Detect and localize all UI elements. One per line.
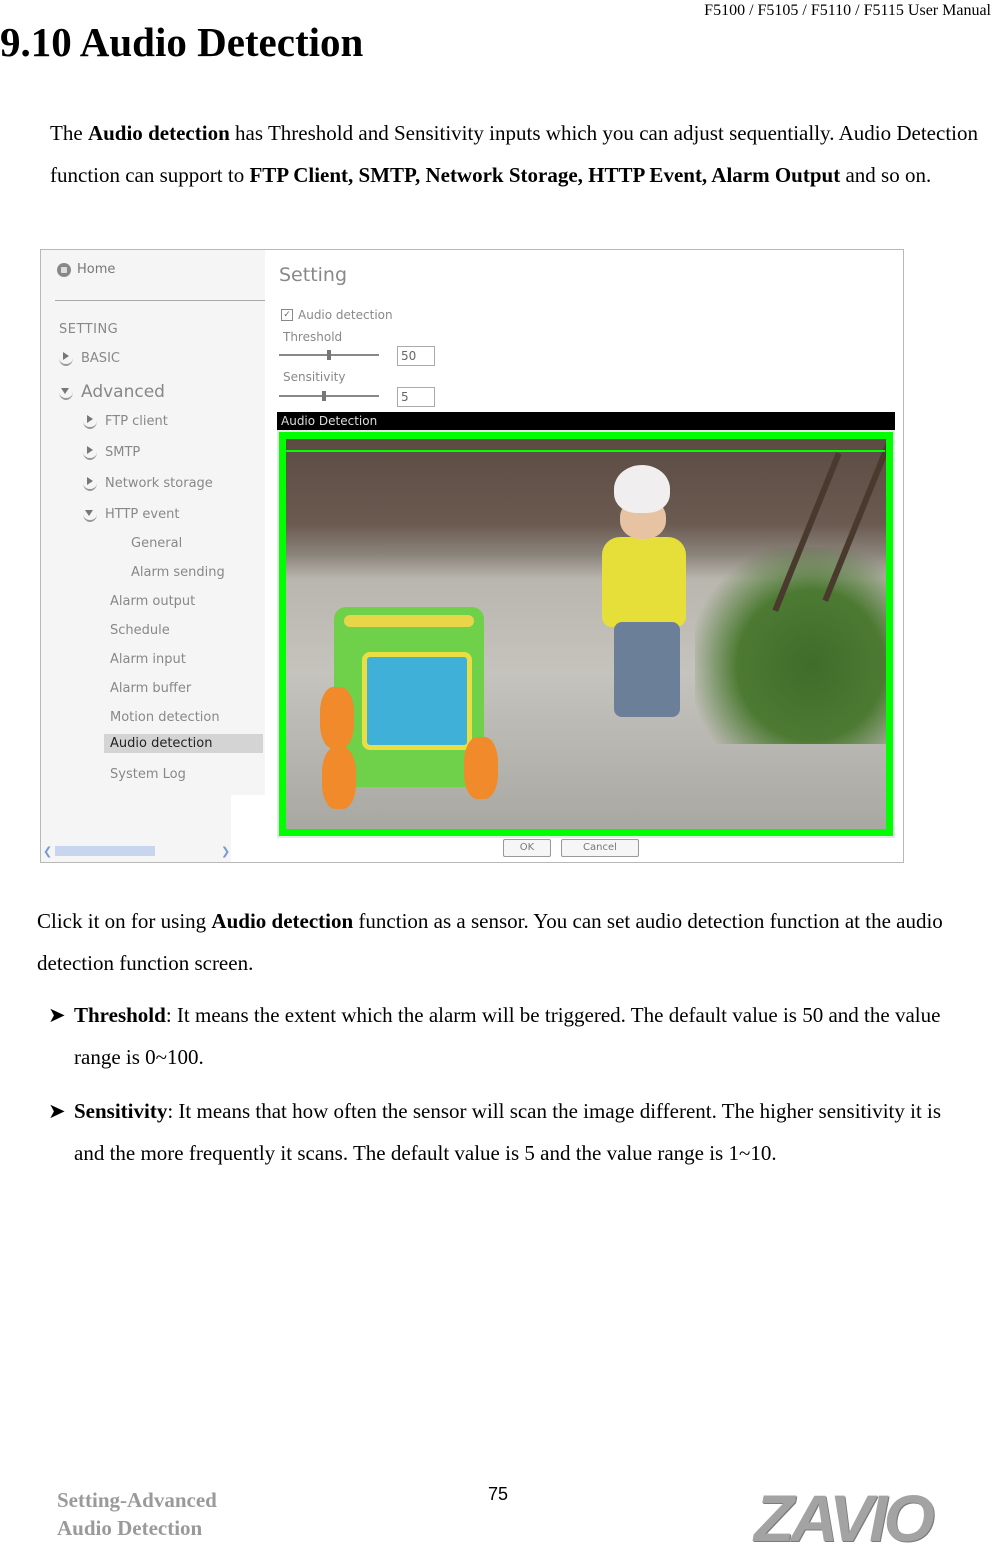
- collapse-arrow-icon: [59, 384, 73, 400]
- sensitivity-input[interactable]: 5: [397, 387, 435, 407]
- bullet-text: : It means the extent which the alarm wi…: [74, 1003, 941, 1069]
- usage-paragraph: Click it on for using Audio detection fu…: [37, 900, 957, 984]
- sidebar-item-label: Alarm buffer: [110, 681, 192, 696]
- expand-arrow-icon: [83, 444, 97, 460]
- footer-section-line: Setting-Advanced: [57, 1488, 217, 1512]
- arrow-bullet-icon: ➤: [48, 1003, 66, 1027]
- intro-text: and so on.: [840, 163, 932, 187]
- settings-panel: Setting ✓ Audio detection Threshold 50 S…: [265, 250, 903, 862]
- sidebar-item-motion-detection[interactable]: Motion detection: [110, 710, 220, 725]
- video-title-bar: Audio Detection: [277, 412, 895, 430]
- sidebar-item-label: System Log: [110, 767, 186, 782]
- sensitivity-label: Sensitivity: [283, 370, 346, 384]
- sidebar-divider: [55, 300, 265, 301]
- sidebar-item-label: Network storage: [105, 475, 213, 491]
- sidebar-item-alarm-buffer[interactable]: Alarm buffer: [110, 681, 191, 696]
- sidebar-item-label: Audio detection: [110, 736, 213, 751]
- sidebar-item-label: Alarm output: [110, 594, 196, 609]
- sensitivity-slider[interactable]: [279, 391, 379, 401]
- sidebar-item-label: Advanced: [81, 382, 165, 402]
- sidebar-horizontal-scrollbar[interactable]: ❮ ❯: [43, 844, 233, 858]
- settings-heading: Setting: [279, 264, 348, 286]
- sidebar-item-label: BASIC: [81, 350, 120, 366]
- sidebar-item-basic[interactable]: BASIC: [59, 350, 120, 366]
- settings-screenshot: Home SETTING BASIC Advanced FTP client S…: [40, 249, 904, 863]
- sidebar-item-label: FTP client: [105, 413, 168, 429]
- threshold-label: Threshold: [283, 330, 343, 344]
- audio-detection-checkbox[interactable]: ✓: [281, 309, 293, 321]
- home-icon: [57, 262, 71, 277]
- intro-text: The: [50, 121, 88, 145]
- detection-region-box: [279, 432, 893, 836]
- arrow-bullet-icon: ➤: [48, 1099, 66, 1123]
- bullet-sensitivity: ➤ Sensitivity: It means that how often t…: [48, 1090, 941, 1165]
- sidebar-item-smtp[interactable]: SMTP: [83, 444, 140, 460]
- expand-arrow-icon: [83, 475, 97, 491]
- sidebar-item-system-log[interactable]: System Log: [110, 767, 186, 782]
- zavio-logo: ZAVIO: [754, 1481, 935, 1555]
- bullet-term: Sensitivity: [74, 1099, 168, 1123]
- cancel-button[interactable]: Cancel: [561, 839, 639, 857]
- sidebar-item-label: General: [131, 536, 183, 551]
- sidebar-item-label: Schedule: [110, 623, 170, 638]
- bullet-threshold: ➤ Threshold: It means the extent which t…: [48, 994, 940, 1069]
- intro-paragraph: The Audio detection has Threshold and Se…: [50, 112, 978, 196]
- manual-header: F5100 / F5105 / F5110 / F5115 User Manua…: [704, 2, 991, 19]
- sidebar-section-title: SETTING: [59, 322, 119, 337]
- threshold-slider[interactable]: [279, 350, 379, 360]
- sidebar-item-network-storage[interactable]: Network storage: [83, 475, 213, 491]
- sidebar-item-advanced[interactable]: Advanced: [59, 382, 165, 402]
- sidebar: Home SETTING BASIC Advanced FTP client S…: [41, 250, 265, 862]
- ok-button[interactable]: OK: [503, 839, 551, 857]
- footer-section-line: Audio Detection: [57, 1516, 203, 1540]
- sidebar-item-label: HTTP event: [105, 506, 180, 522]
- bullet-term: Threshold: [74, 1003, 166, 1027]
- home-link[interactable]: Home: [57, 262, 115, 277]
- home-label: Home: [77, 262, 116, 277]
- intro-bold-features: FTP Client, SMTP, Network Storage, HTTP …: [249, 163, 841, 187]
- detection-region-line: [284, 450, 885, 452]
- usage-bold-term: Audio detection: [211, 909, 354, 933]
- checkbox-label: Audio detection: [298, 308, 393, 322]
- expand-arrow-icon: [59, 350, 73, 366]
- sidebar-item-audio-detection[interactable]: Audio detection: [104, 734, 263, 753]
- threshold-input[interactable]: 50: [397, 346, 435, 366]
- sidebar-item-general[interactable]: General: [131, 536, 182, 551]
- expand-arrow-icon: [83, 413, 97, 429]
- intro-bold-term: Audio detection: [87, 121, 230, 145]
- scroll-right-icon[interactable]: ❯: [221, 845, 230, 858]
- sidebar-item-ftp-client[interactable]: FTP client: [83, 413, 168, 429]
- sidebar-item-label: Alarm sending: [131, 565, 225, 580]
- sidebar-item-label: Motion detection: [110, 710, 220, 725]
- usage-text: Click it on for using: [37, 909, 212, 933]
- sidebar-item-http-event[interactable]: HTTP event: [83, 506, 179, 522]
- video-preview: [277, 430, 895, 838]
- sidebar-item-label: Alarm input: [110, 652, 186, 667]
- sidebar-item-alarm-sending[interactable]: Alarm sending: [131, 565, 225, 580]
- scrollbar-thumb[interactable]: [55, 846, 155, 856]
- collapse-arrow-icon: [83, 506, 97, 522]
- page-title: 9.10 Audio Detection: [0, 19, 364, 65]
- form-buttons: OK Cancel: [503, 839, 639, 857]
- sidebar-item-label: SMTP: [105, 444, 141, 460]
- bullet-text: : It means that how often the sensor wil…: [74, 1099, 942, 1165]
- sidebar-item-alarm-input[interactable]: Alarm input: [110, 652, 186, 667]
- audio-detection-checkbox-row[interactable]: ✓ Audio detection: [281, 308, 393, 322]
- sensitivity-slider-handle[interactable]: [322, 391, 326, 401]
- scroll-left-icon[interactable]: ❮: [43, 845, 52, 858]
- page-number: 75: [488, 1484, 509, 1504]
- sidebar-item-alarm-output[interactable]: Alarm output: [110, 594, 195, 609]
- footer-section: Setting-Advanced Audio Detection: [57, 1486, 217, 1542]
- sidebar-blank: [231, 795, 265, 862]
- threshold-slider-handle[interactable]: [327, 350, 331, 360]
- sidebar-item-schedule[interactable]: Schedule: [110, 623, 170, 638]
